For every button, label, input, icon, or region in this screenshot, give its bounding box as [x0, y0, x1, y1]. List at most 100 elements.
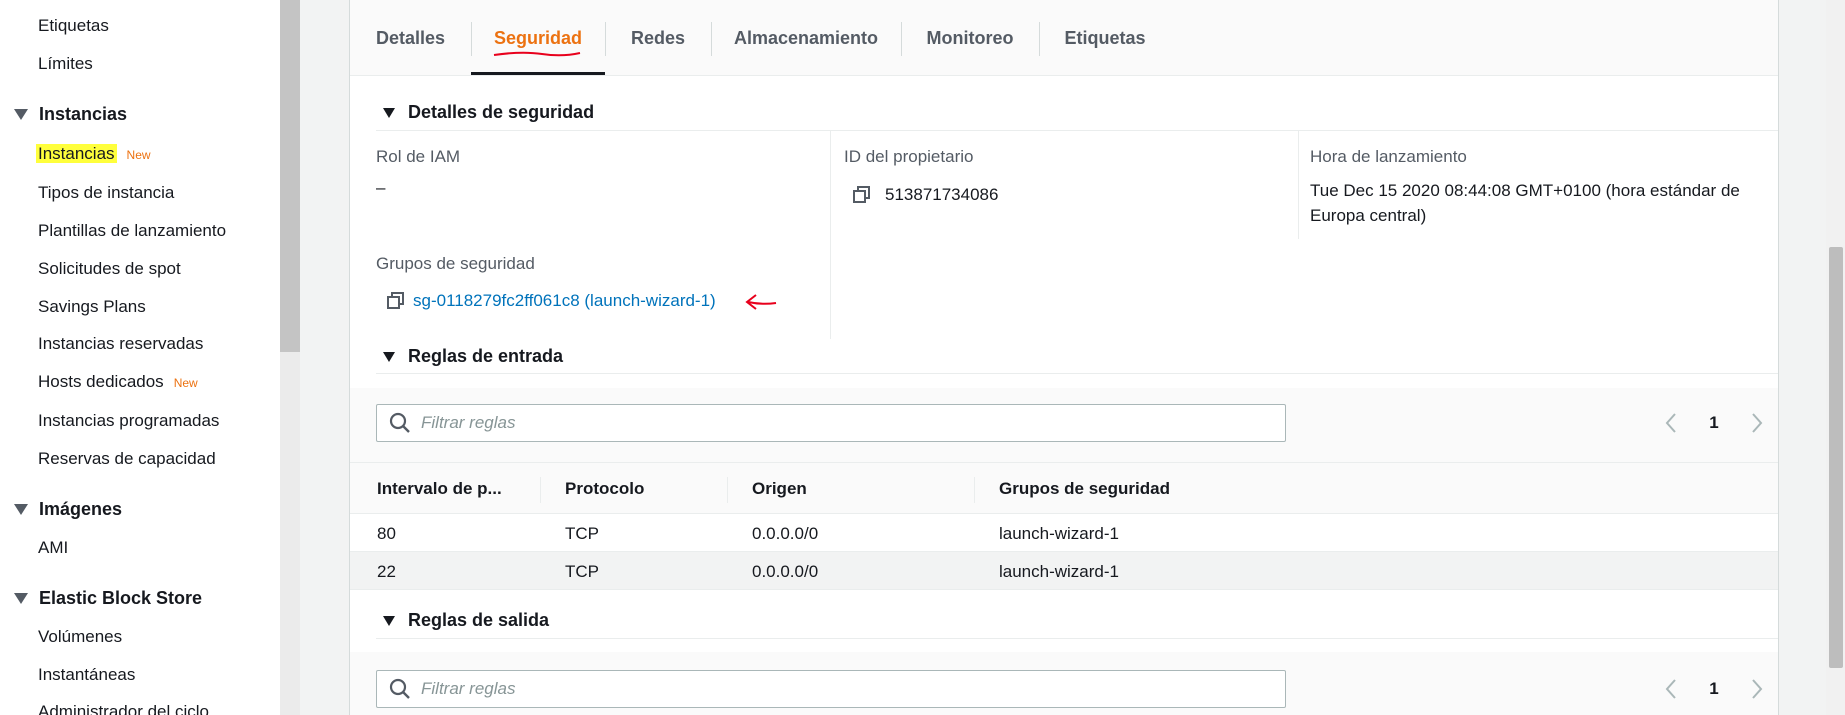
- table-cell: 80: [377, 524, 396, 543]
- sidebar-item-hosts-dedicados[interactable]: Hosts dedicados New: [38, 372, 198, 392]
- section-title: Reglas de salida: [408, 610, 550, 630]
- tab-etiquetas[interactable]: Etiquetas: [1039, 0, 1171, 76]
- column-header[interactable]: Intervalo de p...: [377, 463, 502, 515]
- caret-down-icon: [383, 615, 395, 626]
- tab-seguridad-label: Seguridad: [493, 27, 582, 48]
- chevron-right-icon[interactable]: [1750, 678, 1764, 700]
- column-resizer[interactable]: [727, 477, 728, 503]
- security-group-link[interactable]: sg-0118279fc2ff061c8 (launch-wizard-1): [413, 291, 716, 311]
- red-underline-annotation: [493, 51, 581, 56]
- chevron-left-icon[interactable]: [1664, 412, 1678, 434]
- column-header[interactable]: Grupos de seguridad: [999, 463, 1170, 515]
- sidebar-item-instantaneas[interactable]: Instantáneas: [38, 665, 135, 685]
- copy-icon[interactable]: [853, 186, 871, 204]
- sidebar-item-tipos-de-instancia[interactable]: Tipos de instancia: [38, 183, 174, 203]
- sidebar-item-instancias-reservadas[interactable]: Instancias reservadas: [38, 334, 203, 354]
- sidebar-item-solicitudes-spot[interactable]: Solicitudes de spot: [38, 259, 181, 279]
- caret-down-icon: [383, 351, 395, 362]
- section-detalles-seguridad[interactable]: Detalles de seguridad: [383, 102, 594, 123]
- table-cell: TCP: [565, 562, 599, 581]
- sidebar-group-instancias[interactable]: Instancias: [14, 104, 127, 125]
- sidebar-nav: Etiquetas Límites Instancias Instancias N…: [0, 0, 280, 715]
- inbound-pagination: 1: [1664, 404, 1764, 442]
- sidebar-item-plantillas[interactable]: Plantillas de lanzamiento: [38, 221, 226, 241]
- new-badge: New: [173, 376, 198, 390]
- section-title: Reglas de entrada: [408, 346, 564, 366]
- chevron-right-icon[interactable]: [1750, 412, 1764, 434]
- tab-redes[interactable]: Redes: [605, 0, 711, 76]
- sidebar-item-etiquetas[interactable]: Etiquetas: [38, 16, 109, 36]
- sidebar-item-instancias-programadas[interactable]: Instancias programadas: [38, 411, 219, 431]
- sidebar-group-ebs[interactable]: Elastic Block Store: [14, 588, 202, 609]
- sidebar-item-limites[interactable]: Límites: [38, 54, 93, 74]
- table-row[interactable]: 22 TCP 0.0.0.0/0 launch-wizard-1: [350, 552, 1778, 590]
- page-number[interactable]: 1: [1709, 679, 1718, 699]
- column-resizer[interactable]: [974, 477, 975, 503]
- tab-monitoreo[interactable]: Monitoreo: [901, 0, 1039, 76]
- outbound-filter-bar: 1: [350, 652, 1778, 715]
- owner-id-label: ID del propietario: [844, 147, 974, 166]
- inbound-filter-input[interactable]: [421, 413, 1271, 433]
- chevron-left-icon[interactable]: [1664, 678, 1678, 700]
- table-cell: 0.0.0.0/0: [752, 524, 819, 543]
- sidebar-item-reservas-capacidad[interactable]: Reservas de capacidad: [38, 449, 216, 469]
- column-header[interactable]: Origen: [752, 463, 807, 515]
- sidebar-group-label: Imágenes: [39, 499, 123, 519]
- sidebar-group-label: Elastic Block Store: [39, 588, 203, 608]
- section-title: Detalles de seguridad: [408, 102, 595, 122]
- security-groups-label: Grupos de seguridad: [376, 254, 535, 273]
- sidebar-item-label: Hosts dedicados: [38, 372, 164, 391]
- divider: [376, 130, 1778, 131]
- column-divider: [830, 131, 831, 339]
- tab-seguridad[interactable]: Seguridad: [471, 0, 605, 76]
- sidebar-group-imagenes[interactable]: Imágenes: [14, 499, 122, 520]
- table-cell: launch-wizard-1: [999, 562, 1119, 581]
- table-cell: TCP: [565, 524, 599, 543]
- sidebar-item-instancias[interactable]: Instancias New: [36, 144, 151, 164]
- tab-detalles[interactable]: Detalles: [350, 0, 471, 76]
- search-icon: [389, 678, 410, 699]
- tab-bar: Detalles Seguridad Redes Almacenamiento …: [350, 0, 1778, 76]
- launch-time-value: Tue Dec 15 2020 08:44:08 GMT+0100 (hora …: [1310, 181, 1740, 225]
- caret-down-icon: [14, 109, 28, 120]
- divider: [376, 373, 1778, 374]
- inbound-table-header: Intervalo de p... Protocolo Origen Grupo…: [350, 462, 1778, 514]
- table-cell: 0.0.0.0/0: [752, 562, 819, 581]
- red-arrow-annotation: [745, 294, 777, 310]
- sidebar-scrollbar-thumb[interactable]: [280, 0, 300, 352]
- section-reglas-salida[interactable]: Reglas de salida: [383, 610, 549, 631]
- sidebar-item-savings-plans[interactable]: Savings Plans: [38, 297, 146, 317]
- page-scrollbar-thumb[interactable]: [1829, 247, 1843, 668]
- page-number[interactable]: 1: [1709, 413, 1718, 433]
- caret-down-icon: [14, 593, 28, 604]
- sidebar-item-administrador-ciclo[interactable]: Administrador del ciclo: [38, 702, 209, 715]
- iam-role-label: Rol de IAM: [376, 147, 461, 166]
- table-cell: 22: [377, 562, 396, 581]
- column-resizer[interactable]: [540, 477, 541, 503]
- caret-down-icon: [14, 504, 28, 515]
- sidebar-item-label: Instancias: [36, 144, 117, 163]
- tab-almacenamiento[interactable]: Almacenamiento: [711, 0, 901, 76]
- outbound-pagination: 1: [1664, 670, 1764, 708]
- column-header[interactable]: Protocolo: [565, 463, 644, 515]
- owner-id-value: 513871734086: [885, 185, 999, 204]
- ec2-console: Etiquetas Límites Instancias Instancias N…: [0, 0, 1845, 715]
- launch-time-label: Hora de lanzamiento: [1310, 147, 1467, 166]
- copy-icon[interactable]: [387, 292, 405, 310]
- active-tab-indicator: [471, 72, 605, 75]
- sidebar-group-label: Instancias: [39, 104, 128, 124]
- iam-role-value: –: [376, 178, 386, 197]
- inbound-filter-bar: 1: [350, 388, 1778, 462]
- caret-down-icon: [383, 107, 395, 118]
- sidebar-item-volumenes[interactable]: Volúmenes: [38, 627, 122, 647]
- new-badge: New: [126, 148, 151, 162]
- inbound-filter-input-wrapper: [376, 404, 1286, 442]
- divider: [376, 638, 1778, 639]
- tab-label: Seguridad: [493, 27, 582, 56]
- table-cell: launch-wizard-1: [999, 524, 1119, 543]
- section-reglas-entrada[interactable]: Reglas de entrada: [383, 346, 563, 367]
- table-row[interactable]: 80 TCP 0.0.0.0/0 launch-wizard-1: [350, 514, 1778, 552]
- outbound-filter-input[interactable]: [421, 679, 1271, 699]
- column-divider: [1298, 131, 1299, 239]
- sidebar-item-ami[interactable]: AMI: [38, 538, 68, 558]
